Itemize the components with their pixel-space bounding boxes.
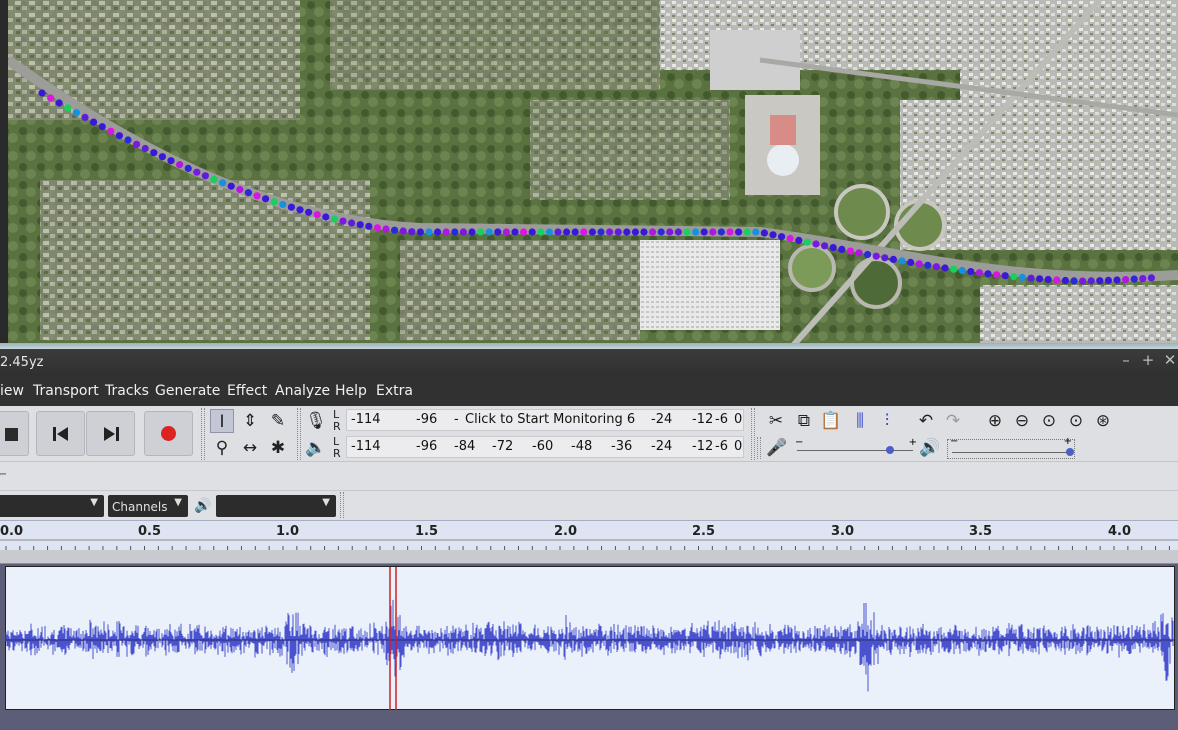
recording-volume-thumb[interactable]: [886, 446, 894, 454]
window-title: 2.45yz: [0, 355, 44, 370]
skip-to-start-button[interactable]: [36, 411, 85, 456]
paste-icon[interactable]: 📋: [819, 409, 843, 433]
playback-meter[interactable]: -114 -96 -84 -72 -60 -48 -36 -24 -12 -6 …: [346, 436, 744, 458]
ruler-label: 0.5: [138, 524, 162, 539]
output-speaker-icon: 🔊: [194, 498, 212, 514]
close-icon[interactable]: ✕: [1161, 351, 1178, 369]
toolbar-grip[interactable]: [757, 437, 761, 459]
stop-button[interactable]: [0, 411, 29, 456]
recording-volume-icon: 🎤: [766, 438, 788, 458]
record-icon: [161, 426, 176, 441]
ruler-label: 1.5: [415, 524, 439, 539]
map-imagery: [0, 0, 1178, 349]
toolbar-grip[interactable]: [201, 408, 205, 460]
ruler-label: 2.0: [554, 524, 578, 539]
toolbar-grip[interactable]: [751, 408, 755, 460]
zoom-in-icon[interactable]: ⊕: [983, 409, 1007, 433]
microphone-icon[interactable]: 🎙: [304, 409, 328, 433]
output-device-select[interactable]: ▼: [216, 495, 336, 517]
playback-meter-channels: LR: [333, 435, 341, 460]
undo-icon[interactable]: ↶: [914, 409, 938, 433]
ruler-label: 4.0: [1108, 524, 1132, 539]
cut-icon[interactable]: ✂: [764, 409, 788, 433]
envelope-tool-icon[interactable]: ⇕: [238, 409, 262, 433]
device-toolbar: ⌐ ▼ Channels ▼ 🔊 ▼: [0, 462, 1178, 520]
waveform: [5, 567, 1174, 710]
skip-to-end-icon: [104, 427, 119, 441]
menu-help[interactable]: Help: [335, 383, 367, 399]
menu-generate[interactable]: Generate: [155, 383, 220, 399]
zoom-tool-icon[interactable]: ⚲: [210, 436, 234, 460]
redo-icon[interactable]: ↷: [941, 409, 965, 433]
menu-view[interactable]: iew: [0, 383, 24, 399]
copy-icon[interactable]: ⧉: [792, 409, 816, 433]
menu-tracks[interactable]: Tracks: [105, 383, 149, 399]
toolbar-grip[interactable]: [340, 492, 344, 518]
ruler-label: 3.5: [969, 524, 993, 539]
record-meter-channels: LR: [333, 408, 341, 433]
timeshift-tool-icon[interactable]: ↔: [238, 436, 262, 460]
playback-volume-thumb[interactable]: [1066, 448, 1074, 456]
audio-track[interactable]: [0, 564, 1178, 712]
recording-volume-slider[interactable]: − +: [795, 437, 917, 457]
fit-project-icon[interactable]: ⊙: [1064, 409, 1088, 433]
timeline-ruler[interactable]: 0.0 0.5 1.0 1.5 2.0 2.5 3.0 3.5 4.0: [0, 520, 1178, 550]
track-gutter: [0, 550, 1178, 564]
title-bar: 2.45yz – + ✕: [0, 349, 1178, 377]
playback-volume-icon: 🔊: [919, 438, 941, 458]
zoom-toggle-icon[interactable]: ⊛: [1091, 409, 1115, 433]
playback-volume-slider[interactable]: − +: [947, 436, 1075, 459]
record-button[interactable]: [144, 411, 193, 456]
menu-extra[interactable]: Extra: [376, 383, 413, 399]
ruler-label: 0.0: [0, 524, 24, 539]
zoom-out-icon[interactable]: ⊖: [1010, 409, 1034, 433]
stop-icon: [5, 428, 18, 441]
menu-transport[interactable]: Transport: [33, 383, 99, 399]
skip-to-start-icon: [53, 427, 68, 441]
record-meter[interactable]: -114 -96 - Click to Start Monitoring 6 -…: [346, 409, 744, 431]
ruler-label: 2.5: [692, 524, 716, 539]
minimize-icon[interactable]: –: [1117, 351, 1135, 369]
speaker-icon[interactable]: 🔈: [304, 436, 328, 460]
trim-icon[interactable]: ⫼: [848, 409, 872, 433]
multi-tool-icon[interactable]: ✱: [266, 436, 290, 460]
aerial-map[interactable]: [0, 0, 1178, 349]
menu-bar: iew Transport Tracks Generate Effect Ana…: [0, 377, 1178, 406]
fit-selection-icon[interactable]: ⊙: [1037, 409, 1061, 433]
map-window-edge: [0, 0, 8, 349]
project-background: [0, 712, 1178, 730]
selection-tool-icon[interactable]: I: [210, 409, 234, 433]
channels-select[interactable]: Channels ▼: [108, 495, 188, 517]
start-monitoring-text[interactable]: Click to Start Monitoring 6: [465, 412, 635, 427]
ruler-label: 3.0: [831, 524, 855, 539]
toolbar-grip[interactable]: [297, 408, 301, 460]
skip-to-end-button[interactable]: [86, 411, 135, 456]
host-select[interactable]: ▼: [0, 495, 104, 517]
silence-icon[interactable]: ⫶: [875, 409, 899, 433]
menu-analyze[interactable]: Analyze: [275, 383, 330, 399]
menu-effect[interactable]: Effect: [227, 383, 267, 399]
ruler-label: 1.0: [276, 524, 300, 539]
toolbars: I ⇕ ✎ ⚲ ↔ ✱ 🎙 LR -114 -96 - Click to Sta…: [0, 406, 1178, 462]
draw-tool-icon[interactable]: ✎: [266, 409, 290, 433]
maximize-icon[interactable]: +: [1139, 351, 1157, 369]
ruler-ticks: [0, 539, 1178, 550]
device-toolbar-grip[interactable]: ⌐: [0, 468, 7, 481]
